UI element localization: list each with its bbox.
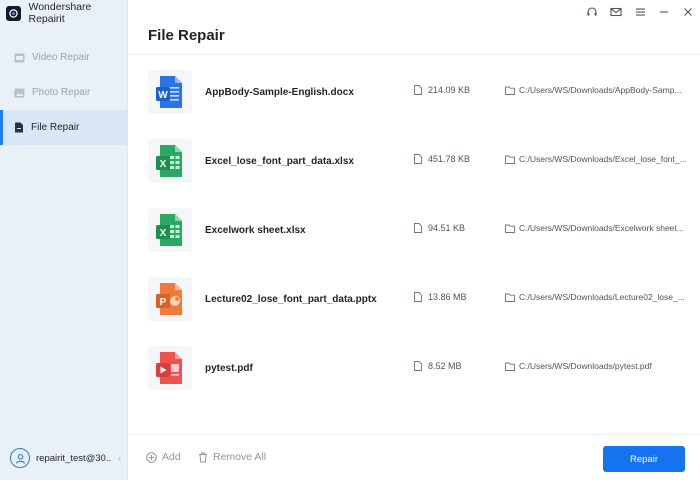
chevron-right-icon: › — [118, 453, 121, 463]
excel-file-icon: X — [148, 208, 192, 252]
mail-icon[interactable] — [604, 0, 628, 24]
app-title-bar: Wondershare Repairit — [6, 1, 127, 25]
file-path-value: C:/Users/WS/Downloads/pytest.pdf — [519, 361, 652, 371]
add-button[interactable]: Add — [146, 451, 181, 463]
file-path: C:/Users/WS/Downloads/Excel_lose_font_..… — [505, 154, 695, 164]
file-path: C:/Users/WS/Downloads/AppBody-Samp... — [505, 85, 695, 95]
remove-all-button[interactable]: Remove All — [198, 451, 266, 463]
file-size: 451.78 KB — [414, 154, 470, 164]
file-size-value: 13.86 MB — [428, 292, 467, 302]
plus-circle-icon — [146, 451, 157, 463]
powerpoint-file-icon: P — [148, 277, 192, 321]
word-file-icon: W — [148, 70, 192, 114]
sidebar-item-file-repair[interactable]: File Repair — [0, 110, 128, 145]
file-size: 13.86 MB — [414, 292, 467, 302]
file-path-value: C:/Users/WS/Downloads/AppBody-Samp... — [519, 85, 682, 95]
menu-icon[interactable] — [628, 0, 652, 24]
file-size-value: 451.78 KB — [428, 154, 471, 164]
folder-icon — [505, 362, 515, 371]
file-name: Lecture02_lose_font_part_data.pptx — [205, 294, 377, 305]
file-path-value: C:/Users/WS/Downloads/Excel_lose_font_..… — [519, 154, 687, 164]
file-row[interactable]: X Excelwork sheet.xlsx 94.51 KB C:/Users… — [128, 193, 700, 261]
file-path: C:/Users/WS/Downloads/pytest.pdf — [505, 361, 695, 371]
file-size-icon — [414, 223, 422, 233]
file-path: C:/Users/WS/Downloads/Excelwork sheet... — [505, 223, 695, 233]
user-name: repairit_test@30... — [36, 452, 112, 464]
folder-icon — [505, 293, 515, 302]
file-name: Excelwork sheet.xlsx — [205, 225, 306, 236]
sidebar-item-label: Photo Repair — [32, 87, 91, 98]
close-icon[interactable] — [676, 0, 700, 24]
document-icon — [15, 122, 23, 133]
app-title: Wondershare Repairit — [28, 1, 92, 25]
excel-file-icon: X — [148, 139, 192, 183]
file-row[interactable]: pytest.pdf 8.52 MB C:/Users/WS/Downloads… — [128, 331, 700, 399]
page-title: File Repair — [148, 27, 225, 44]
avatar — [10, 448, 30, 468]
sidebar-item-label: Video Repair — [32, 52, 90, 63]
sidebar-item-video-repair[interactable]: Video Repair — [0, 40, 128, 75]
sidebar-item-photo-repair[interactable]: Photo Repair — [0, 75, 128, 110]
window-controls — [580, 0, 700, 24]
svg-text:W: W — [158, 90, 168, 101]
file-size-icon — [414, 292, 422, 302]
file-row[interactable]: W AppBody-Sample-English.docx 214.09 KB … — [128, 55, 700, 123]
folder-icon — [505, 155, 515, 164]
repair-button[interactable]: Repair — [603, 446, 685, 472]
image-icon — [14, 88, 25, 97]
file-name: Excel_lose_font_part_data.xlsx — [205, 156, 354, 167]
file-size-value: 8.52 MB — [428, 361, 462, 371]
file-path: C:/Users/WS/Downloads/Lecture02_lose_... — [505, 292, 695, 302]
file-size-icon — [414, 85, 422, 95]
headset-icon[interactable] — [580, 0, 604, 24]
file-row[interactable]: X Excel_lose_font_part_data.xlsx 451.78 … — [128, 124, 700, 192]
file-name: AppBody-Sample-English.docx — [205, 87, 354, 98]
user-account[interactable]: repairit_test@30... › — [0, 436, 128, 480]
svg-text:P: P — [160, 297, 167, 308]
add-button-label: Add — [162, 451, 181, 463]
file-path-value: C:/Users/WS/Downloads/Excelwork sheet... — [519, 223, 684, 233]
file-name: pytest.pdf — [205, 363, 253, 374]
trash-icon — [199, 452, 207, 462]
main-content: File Repair W AppBody-Sample-English.doc… — [128, 0, 700, 480]
sidebar-item-label: File Repair — [31, 122, 80, 133]
file-size-value: 94.51 KB — [428, 223, 466, 233]
file-size: 8.52 MB — [414, 361, 462, 371]
folder-icon — [505, 224, 515, 233]
user-icon — [15, 453, 25, 464]
folder-icon — [505, 86, 515, 95]
app-logo-icon — [6, 5, 21, 21]
svg-text:X: X — [160, 228, 167, 239]
file-size: 214.09 KB — [414, 85, 470, 95]
footer-toolbar: Add Remove All Repair — [128, 434, 700, 480]
film-icon — [14, 53, 25, 62]
sidebar: Wondershare Repairit Video Repair Photo … — [0, 0, 128, 480]
file-size: 94.51 KB — [414, 223, 465, 233]
pdf-file-icon — [148, 346, 192, 390]
file-size-icon — [414, 361, 422, 371]
file-path-value: C:/Users/WS/Downloads/Lecture02_lose_... — [519, 292, 685, 302]
file-size-icon — [414, 154, 422, 164]
svg-text:X: X — [160, 159, 167, 170]
file-size-value: 214.09 KB — [428, 85, 471, 95]
file-row[interactable]: P Lecture02_lose_font_part_data.pptx 13.… — [128, 262, 700, 330]
minimize-icon[interactable] — [652, 0, 676, 24]
sidebar-nav: Video Repair Photo Repair File Repair — [0, 40, 128, 145]
remove-all-button-label: Remove All — [213, 451, 267, 463]
